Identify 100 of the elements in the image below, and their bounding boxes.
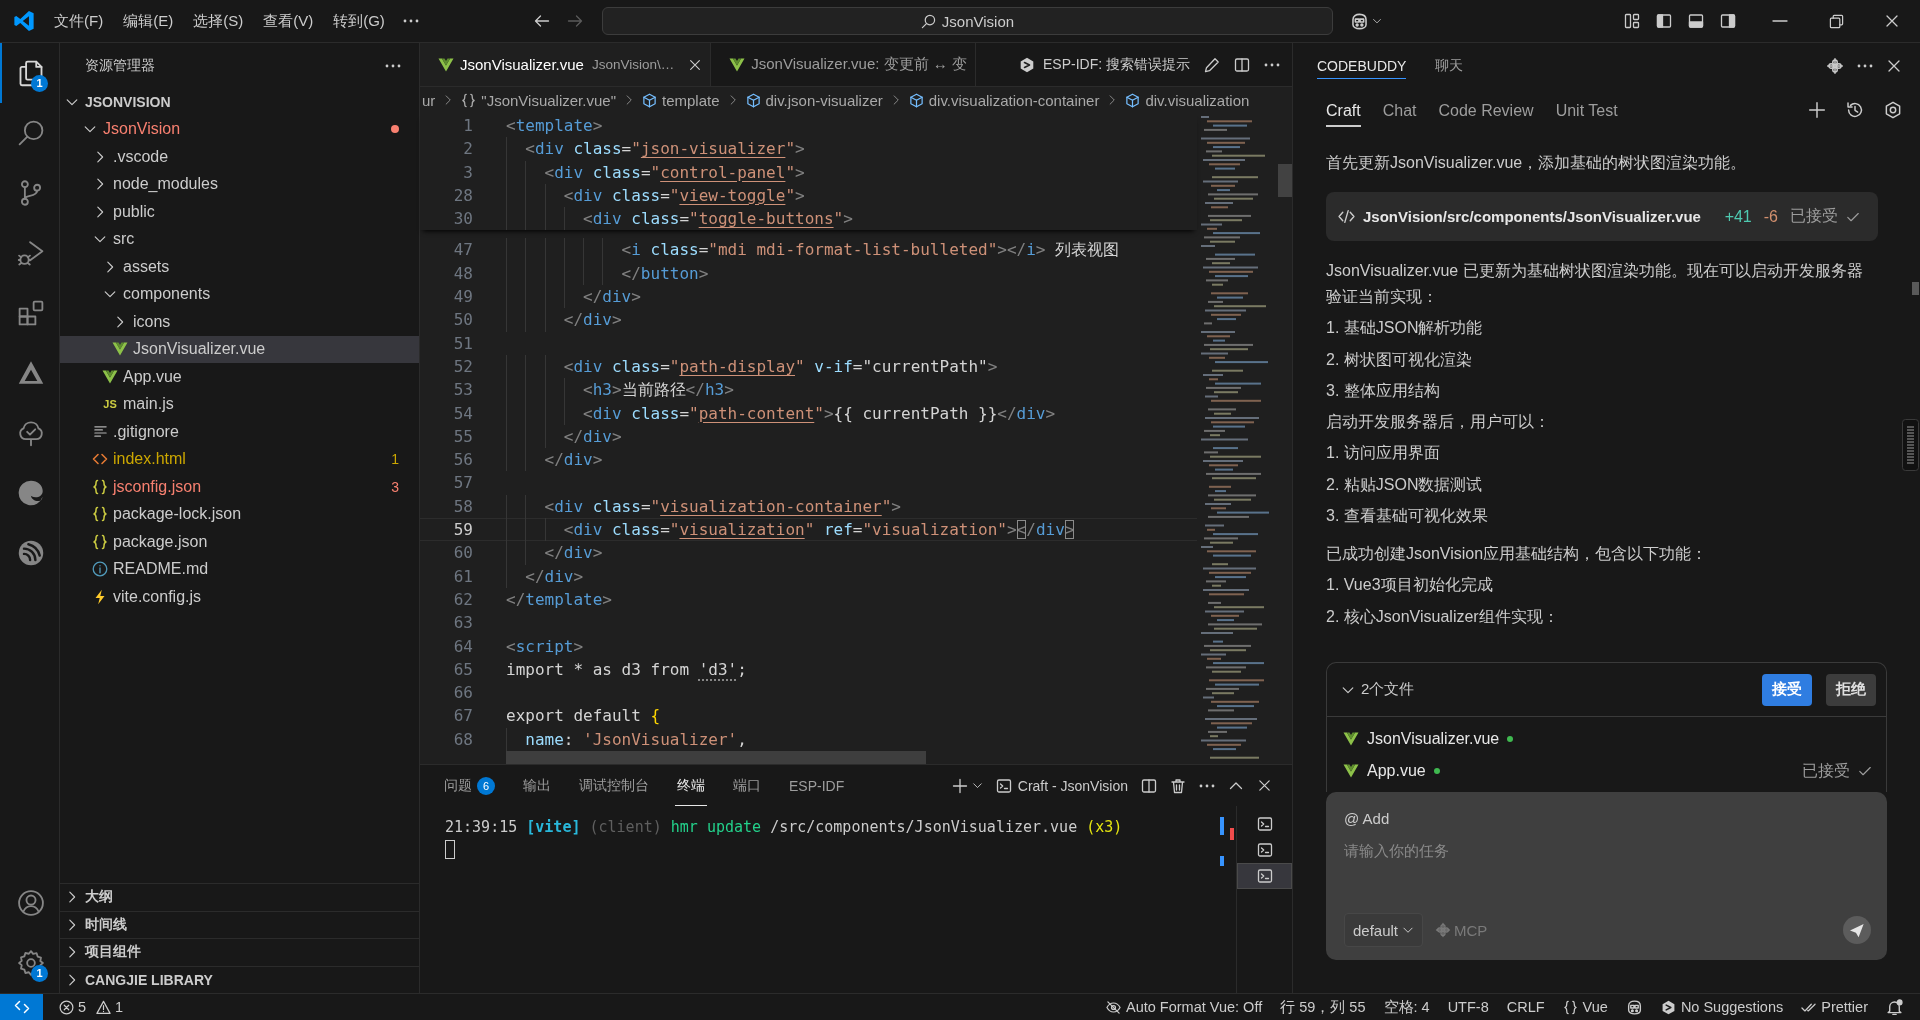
settings-icon[interactable] <box>1884 100 1902 119</box>
pencil-icon[interactable] <box>1204 56 1220 73</box>
add-context-button[interactable]: @ Add <box>1344 806 1390 830</box>
task-input-box[interactable]: @ Add 请输入你的任务 default MCP <box>1326 792 1887 960</box>
activity-button[interactable]: 1 <box>0 933 59 993</box>
panel-tab[interactable]: 调试控制台 <box>577 765 651 806</box>
tree-item[interactable]: icons <box>60 308 419 336</box>
editor-tab[interactable]: JsonVisualizer.vue: 变更前 ↔ 变 <box>711 43 976 86</box>
mode-tab[interactable]: Craft <box>1326 95 1361 127</box>
file-name[interactable]: JsonVisualizer.vue <box>1367 730 1500 748</box>
bot-icon[interactable] <box>1625 998 1643 1016</box>
panel-bottom-icon[interactable] <box>1688 13 1704 29</box>
tree-item[interactable]: package.json <box>60 528 419 556</box>
file-name[interactable]: App.vue <box>1367 762 1426 780</box>
more-icon[interactable] <box>1264 62 1280 67</box>
mode-tab[interactable]: Code Review <box>1438 95 1534 127</box>
breadcrumb-item[interactable]: div.json-visualizer <box>745 91 883 109</box>
status-item[interactable]: No Suggestions <box>1651 994 1793 1020</box>
tree-item[interactable]: node_modules <box>60 170 419 198</box>
sidebar-left-icon[interactable] <box>1656 13 1672 29</box>
status-item[interactable]: Vue <box>1553 994 1617 1020</box>
close-icon[interactable] <box>1884 13 1900 29</box>
status-item[interactable]: UTF-8 <box>1438 994 1498 1020</box>
model-dropdown[interactable]: default <box>1344 913 1424 947</box>
tree-item[interactable]: src <box>60 225 419 253</box>
section-header[interactable]: 项目组件 <box>60 938 419 966</box>
scrollbar-thumb[interactable] <box>1912 282 1919 295</box>
minimize-icon[interactable] <box>1772 20 1788 22</box>
tree-item[interactable]: README.md <box>60 555 419 583</box>
tree-item[interactable]: package-lock.json <box>60 500 419 528</box>
section-header[interactable]: 大纲 <box>60 883 419 911</box>
more-icon[interactable] <box>1199 783 1215 788</box>
history-icon[interactable] <box>1846 100 1864 119</box>
chevron-down-icon[interactable] <box>1372 16 1382 26</box>
tree-item[interactable]: JsonVision <box>60 115 419 143</box>
tree-item[interactable]: components <box>60 280 419 308</box>
accept-button[interactable]: 接受 <box>1762 673 1812 706</box>
close-icon[interactable] <box>1257 778 1272 793</box>
menu-item[interactable]: 查看(V) <box>253 6 324 36</box>
tree-item[interactable]: public <box>60 198 419 226</box>
tree-item[interactable]: .gitignore <box>60 418 419 446</box>
mode-tab[interactable]: Unit Test <box>1555 95 1618 127</box>
esp-idf-button[interactable]: ESP-IDF: 搜索错误提示 <box>1019 55 1190 74</box>
tree-item[interactable]: assets <box>60 253 419 281</box>
tree-item[interactable]: JsonVisualizer.vue <box>60 335 419 363</box>
breadcrumb-item[interactable]: div.visualization-container <box>908 91 1100 109</box>
breadcrumb-item[interactable]: ur <box>422 91 436 109</box>
more-icon[interactable] <box>402 19 419 23</box>
section-header[interactable]: CANGJIE LIBRARY <box>60 965 419 993</box>
plus-icon[interactable] <box>951 777 968 794</box>
panel-tab[interactable]: 聊天 <box>1435 53 1464 79</box>
back-arrow-icon[interactable] <box>534 13 550 29</box>
section-header[interactable]: 时间线 <box>60 910 419 938</box>
plus-icon[interactable] <box>1808 100 1826 119</box>
panel-tab[interactable]: 端口 <box>731 765 763 806</box>
menu-item[interactable]: 选择(S) <box>183 6 254 36</box>
panel-tab[interactable]: 终端 <box>675 765 707 806</box>
grip-handle-icon[interactable] <box>1902 419 1919 471</box>
split-editor-icon[interactable] <box>1234 56 1250 73</box>
activity-tab[interactable]: 1 <box>0 43 59 103</box>
tree-item[interactable]: jsconfig.json 3 <box>60 473 419 501</box>
terminal-list-item[interactable] <box>1237 863 1292 889</box>
bot-icon[interactable] <box>1350 11 1369 31</box>
tree-item[interactable]: JS main.js <box>60 390 419 418</box>
status-item[interactable]: 空格: 4 <box>1374 994 1439 1020</box>
chevron-down-icon[interactable] <box>971 780 983 791</box>
send-icon[interactable] <box>1843 916 1871 944</box>
tree-item[interactable]: .vscode <box>60 143 419 171</box>
more-icon[interactable] <box>1857 63 1873 68</box>
tree-item[interactable]: index.html 1 <box>60 445 419 473</box>
more-icon[interactable] <box>385 63 401 68</box>
status-item[interactable]: Auto Format Vue: Off <box>1097 994 1272 1020</box>
trash-icon[interactable] <box>1170 777 1186 794</box>
sidebar-right-icon[interactable] <box>1720 13 1736 29</box>
file-change-card[interactable]: JsonVision/src/components/JsonVisualizer.vue +41 -6 已接受 <box>1326 192 1878 241</box>
task-input[interactable]: 请输入你的任务 <box>1344 842 1871 912</box>
tree-item[interactable]: vite.config.js <box>60 583 419 611</box>
menu-item[interactable]: 文件(F) <box>44 6 114 36</box>
menu-item[interactable]: 转到(G) <box>323 6 395 36</box>
mode-tab[interactable]: Chat <box>1382 95 1417 127</box>
problems-button[interactable]: 5 1 <box>53 998 130 1016</box>
status-item[interactable]: Prettier <box>1792 994 1877 1020</box>
section-header[interactable]: JSONVISION <box>60 88 419 116</box>
panel-tab[interactable]: ESP-IDF <box>787 765 847 806</box>
breadcrumb-item[interactable]: "JsonVisualizer.vue" <box>461 91 616 109</box>
command-center-search[interactable]: JsonVision <box>602 7 1333 35</box>
restore-icon[interactable] <box>1828 13 1844 29</box>
close-icon[interactable] <box>688 57 703 72</box>
panel-tab[interactable]: 问题 6 <box>442 765 497 806</box>
file-path[interactable]: JsonVision/src/components/JsonVisualizer.vue <box>1363 208 1701 225</box>
editor-tab[interactable]: JsonVisualizer.vue JsonVision\… <box>420 43 712 86</box>
panel-tab[interactable]: CODEBUDDY <box>1317 53 1407 79</box>
panel-tab[interactable]: 输出 <box>521 765 553 806</box>
bell-icon[interactable] <box>1886 998 1903 1016</box>
layout-grid-icon[interactable] <box>1624 13 1640 29</box>
scrollbar-thumb[interactable] <box>506 751 926 764</box>
breadcrumb-item[interactable]: div.visualization <box>1125 91 1250 109</box>
split-panel-icon[interactable] <box>1141 777 1157 794</box>
breadcrumb-item[interactable]: template <box>641 91 720 109</box>
menu-item[interactable]: 编辑(E) <box>113 6 184 36</box>
